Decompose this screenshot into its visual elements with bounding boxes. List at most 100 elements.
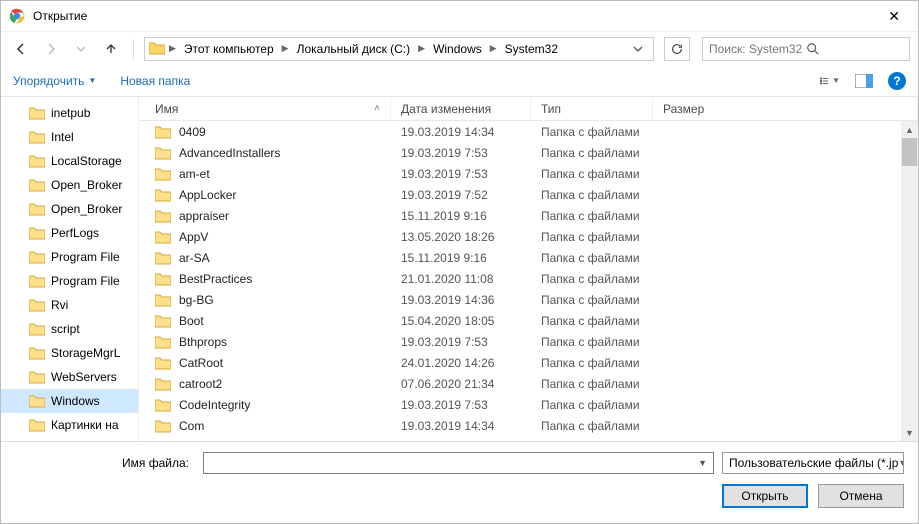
address-bar[interactable]: ▶ Этот компьютер ▶ Локальный диск (C:) ▶… <box>144 37 654 61</box>
folder-icon <box>29 346 45 360</box>
file-date: 24.01.2020 14:26 <box>391 356 531 370</box>
tree-item-label: Intel <box>51 130 74 144</box>
chevron-right-icon[interactable]: ▶ <box>167 43 178 54</box>
organize-button[interactable]: Упорядочить▼ <box>13 74 96 88</box>
file-date: 15.11.2019 9:16 <box>391 251 531 265</box>
file-type: Папка с файлами <box>531 293 653 307</box>
folder-icon <box>29 250 45 264</box>
file-row[interactable]: appraiser15.11.2019 9:16Папка с файлами <box>139 205 918 226</box>
file-date: 13.05.2020 18:26 <box>391 230 531 244</box>
breadcrumb-item[interactable]: Локальный диск (C:) <box>293 40 415 58</box>
tree-item[interactable]: PerfLogs <box>1 221 138 245</box>
chevron-down-icon: ▼ <box>898 458 904 468</box>
tree-item[interactable]: StorageMgrL <box>1 341 138 365</box>
chevron-right-icon[interactable]: ▶ <box>280 43 291 54</box>
file-row[interactable]: AppV13.05.2020 18:26Папка с файлами <box>139 226 918 247</box>
column-header-type[interactable]: Тип <box>531 97 653 120</box>
file-name: ar-SA <box>179 251 210 265</box>
folder-icon <box>155 314 171 328</box>
breadcrumb-item[interactable]: System32 <box>501 40 562 58</box>
scroll-down-arrow[interactable]: ▼ <box>901 424 918 441</box>
file-row[interactable]: Boot15.04.2020 18:05Папка с файлами <box>139 310 918 331</box>
file-name: BestPractices <box>179 272 252 286</box>
search-icon <box>806 42 903 56</box>
file-row[interactable]: BestPractices21.01.2020 11:08Папка с фай… <box>139 268 918 289</box>
folder-icon <box>29 202 45 216</box>
help-button[interactable]: ? <box>888 72 906 90</box>
file-row[interactable]: am-et19.03.2019 7:53Папка с файлами <box>139 163 918 184</box>
folder-icon <box>149 41 165 57</box>
tree-item[interactable]: Program File <box>1 245 138 269</box>
tree-item[interactable]: WebServers <box>1 365 138 389</box>
tree-item[interactable]: Intel <box>1 125 138 149</box>
tree-item[interactable]: Program File <box>1 269 138 293</box>
up-button[interactable] <box>99 37 123 61</box>
refresh-button[interactable] <box>664 37 690 61</box>
file-name: AdvancedInstallers <box>179 146 280 160</box>
file-row[interactable]: ar-SA 15.11.2019 9:16Папка с файлами <box>139 247 918 268</box>
tree-item[interactable]: LocalStorage <box>1 149 138 173</box>
tree-item[interactable]: Пользовател <box>1 437 138 441</box>
tree-item[interactable]: Rvi <box>1 293 138 317</box>
folder-icon <box>155 272 171 286</box>
folder-icon <box>155 377 171 391</box>
breadcrumb-item[interactable]: Windows <box>429 40 486 58</box>
tree-item[interactable]: script <box>1 317 138 341</box>
column-header-date[interactable]: Дата изменения <box>391 97 531 120</box>
search-input[interactable]: Поиск: System32 <box>702 37 910 61</box>
cancel-button[interactable]: Отмена <box>818 484 904 508</box>
tree-item-label: LocalStorage <box>51 154 122 168</box>
chevron-down-icon[interactable]: ▼ <box>692 458 713 468</box>
tree-item[interactable]: inetpub <box>1 101 138 125</box>
chevron-right-icon[interactable]: ▶ <box>488 43 499 54</box>
filename-label: Имя файла: <box>15 456 195 470</box>
file-row[interactable]: catroot207.06.2020 21:34Папка с файлами <box>139 373 918 394</box>
column-header-size[interactable]: Размер <box>653 97 918 120</box>
chevron-right-icon[interactable]: ▶ <box>416 43 427 54</box>
file-row[interactable]: CatRoot24.01.2020 14:26Папка с файлами <box>139 352 918 373</box>
scroll-up-arrow[interactable]: ▲ <box>901 121 918 138</box>
file-row[interactable]: Com19.03.2019 14:34Папка с файлами <box>139 415 918 436</box>
file-date: 19.03.2019 14:34 <box>391 419 531 433</box>
file-type-filter[interactable]: Пользовательские файлы (*.jp▼ <box>722 452 904 474</box>
file-type: Папка с файлами <box>531 251 653 265</box>
file-row[interactable]: bg-BG19.03.2019 14:36Папка с файлами <box>139 289 918 310</box>
view-options-button[interactable]: ▼ <box>820 71 840 91</box>
file-date: 19.03.2019 7:52 <box>391 188 531 202</box>
new-folder-button[interactable]: Новая папка <box>120 74 190 88</box>
file-row[interactable]: AppLocker19.03.2019 7:52Папка с файлами <box>139 184 918 205</box>
file-name: CodeIntegrity <box>179 398 250 412</box>
column-header-name[interactable]: Имя˄ <box>139 97 391 120</box>
folder-icon <box>155 209 171 223</box>
recent-dropdown[interactable] <box>69 37 93 61</box>
file-type: Папка с файлами <box>531 356 653 370</box>
close-button[interactable]: ✕ <box>878 4 910 29</box>
open-button[interactable]: Открыть <box>722 484 808 508</box>
folder-icon <box>155 293 171 307</box>
folder-icon <box>155 419 171 433</box>
breadcrumb-item[interactable]: Этот компьютер <box>180 40 278 58</box>
tree-item-label: Open_Broker <box>51 178 122 192</box>
vertical-scrollbar[interactable]: ▲ ▼ <box>901 121 918 441</box>
file-row[interactable]: CodeIntegrity19.03.2019 7:53Папка с файл… <box>139 394 918 415</box>
file-row[interactable]: AdvancedInstallers19.03.2019 7:53Папка с… <box>139 142 918 163</box>
scroll-thumb[interactable] <box>902 138 917 166</box>
file-row[interactable]: 040919.03.2019 14:34Папка с файлами <box>139 121 918 142</box>
file-date: 19.03.2019 14:34 <box>391 125 531 139</box>
back-button[interactable] <box>9 37 33 61</box>
folder-icon <box>29 226 45 240</box>
tree-item[interactable]: Open_Broker <box>1 173 138 197</box>
folder-icon <box>29 322 45 336</box>
tree-item[interactable]: Windows <box>1 389 138 413</box>
preview-pane-button[interactable] <box>854 71 874 91</box>
tree-item[interactable]: Картинки на <box>1 413 138 437</box>
filename-input[interactable]: ▼ <box>203 452 714 474</box>
forward-button[interactable] <box>39 37 63 61</box>
tree-item[interactable]: Open_Broker <box>1 197 138 221</box>
address-dropdown[interactable] <box>627 44 649 54</box>
tree-item-label: script <box>51 322 80 336</box>
file-row[interactable]: Bthprops19.03.2019 7:53Папка с файлами <box>139 331 918 352</box>
file-type: Папка с файлами <box>531 419 653 433</box>
file-date: 07.06.2020 21:34 <box>391 377 531 391</box>
folder-tree[interactable]: inetpub Intel LocalStorage Open_Broker Open_… <box>1 97 139 441</box>
